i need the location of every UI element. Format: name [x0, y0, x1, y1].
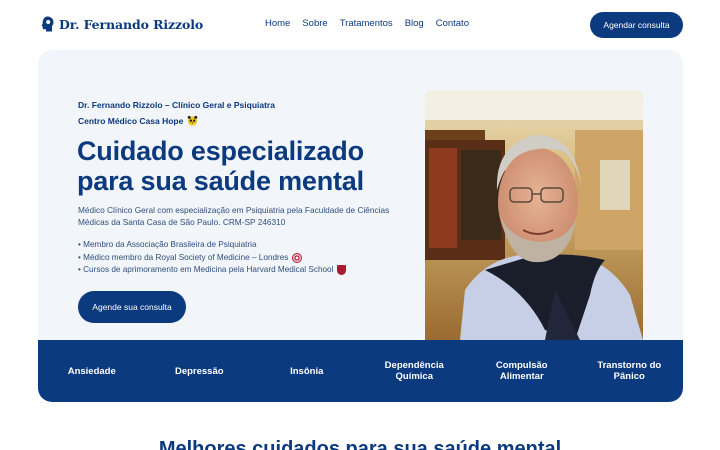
credential-item: • Médico membro da Royal Society of Medi… — [78, 252, 346, 265]
condition-depressao[interactable]: Depressão — [146, 340, 254, 402]
hero-section: Dr. Fernando Rizzolo – Clínico Geral e P… — [38, 50, 683, 402]
section-title: Melhores cuidados para sua saúde mental — [158, 438, 562, 450]
doctor-photo — [425, 90, 643, 340]
main-nav: Home Sobre Tratamentos Blog Contato — [265, 18, 469, 29]
hero-title: Cuidado especializado para sua saúde men… — [77, 136, 364, 196]
credential-item: • Membro da Associação Brasileira de Psi… — [78, 239, 346, 252]
logo[interactable]: Dr. Fernando Rizzolo — [41, 16, 203, 32]
credentials-list: • Membro da Associação Brasileira de Psi… — [78, 239, 347, 277]
nav-sobre[interactable]: Sobre — [302, 18, 327, 29]
harvard-shield-icon — [337, 265, 347, 276]
credential-item: • Cursos de aprimoramento em Medicina pe… — [78, 264, 347, 277]
schedule-button[interactable]: Agendar consulta — [590, 12, 683, 38]
hero-eyebrow-clinic: Centro Médico Casa Hope — [78, 115, 198, 126]
logo-text: Dr. Fernando Rizzolo — [59, 16, 204, 32]
clinic-name: Centro Médico Casa Hope — [78, 115, 184, 126]
hero-schedule-button[interactable]: Agende sua consulta — [78, 291, 186, 323]
condition-ansiedade[interactable]: Ansiedade — [38, 340, 146, 402]
nav-contato[interactable]: Contato — [436, 18, 469, 29]
doctor-photo-image — [425, 90, 643, 340]
nav-blog[interactable]: Blog — [405, 18, 424, 29]
condition-transtorno-panico[interactable]: Transtorno do Pânico — [576, 340, 684, 402]
conditions-bar: Ansiedade Depressão Insônia Dependência … — [38, 340, 683, 402]
credential-text: • Cursos de aprimoramento em Medicina pe… — [78, 265, 334, 274]
condition-dependencia-quimica[interactable]: Dependência Química — [361, 340, 469, 402]
credential-text: • Médico membro da Royal Society of Medi… — [78, 252, 289, 262]
hero-eyebrow-title: Dr. Fernando Rizzolo – Clínico Geral e P… — [78, 100, 275, 110]
panda-icon — [188, 115, 198, 126]
nav-tratamentos[interactable]: Tratamentos — [340, 18, 393, 29]
site-header: Dr. Fernando Rizzolo Home Sobre Tratamen… — [0, 0, 720, 50]
hero-description: Médico Clínico Geral com especialização … — [78, 205, 390, 227]
condition-compulsao-alimentar[interactable]: Compulsão Alimentar — [468, 340, 576, 402]
condition-insonia[interactable]: Insônia — [253, 340, 361, 402]
head-profile-icon — [41, 16, 54, 32]
royal-society-seal-icon — [292, 252, 303, 263]
nav-home[interactable]: Home — [265, 18, 290, 29]
credential-text: • Membro da Associação Brasileira de Psi… — [78, 240, 257, 249]
